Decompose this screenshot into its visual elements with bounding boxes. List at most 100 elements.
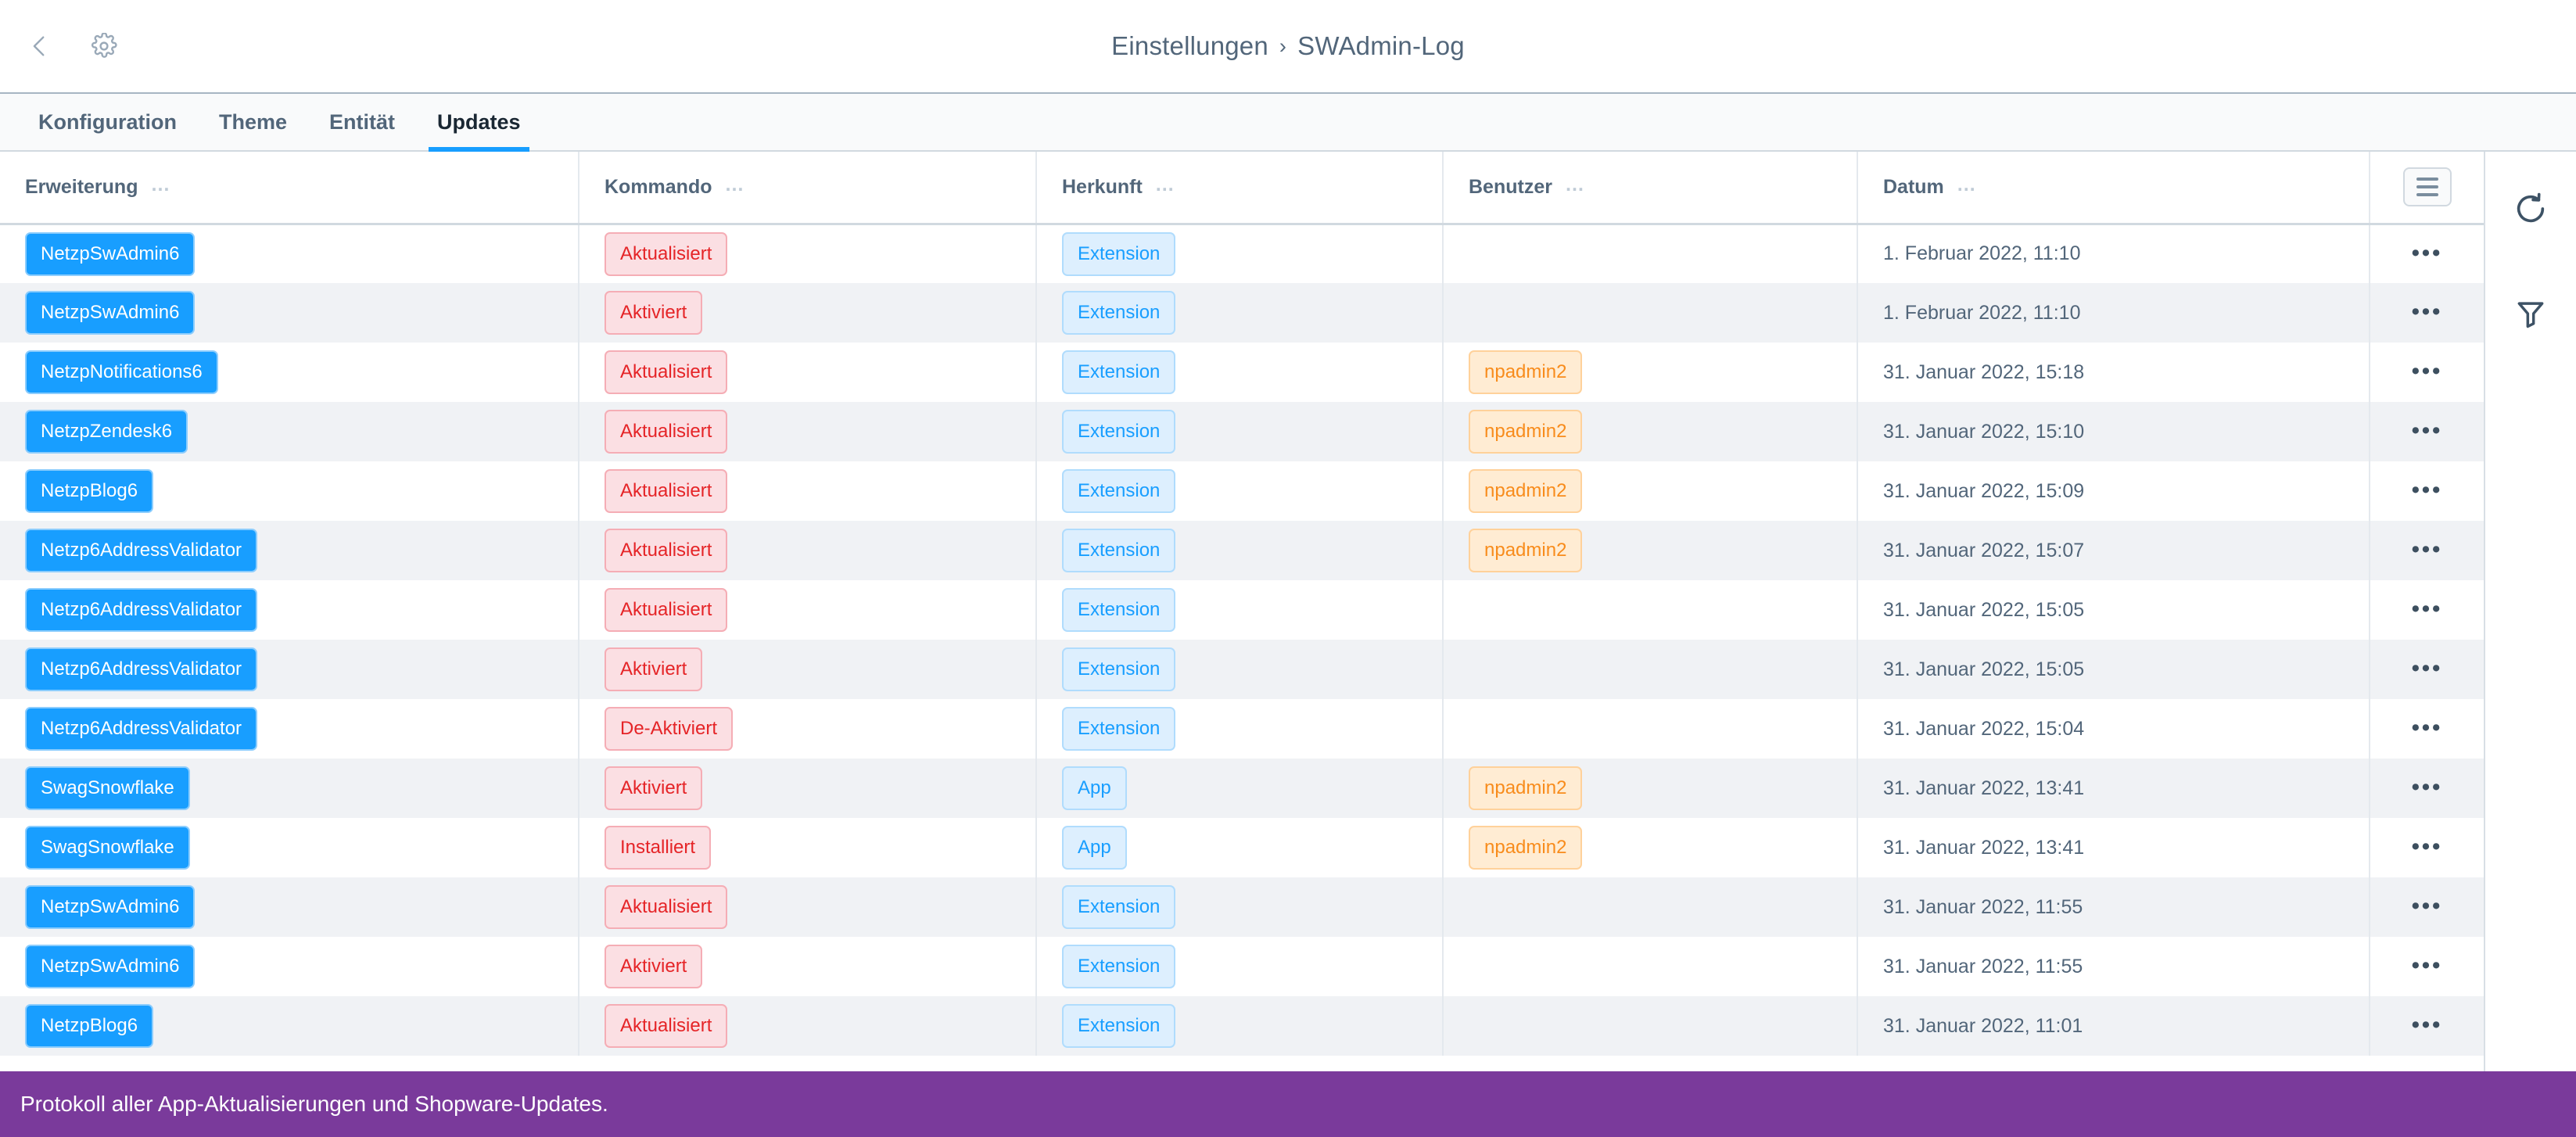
row-context-menu-icon[interactable]: ••• [2412,539,2442,561]
command-cell: Aktualisiert [579,343,1037,402]
extension-badge: Netzp6AddressValidator [25,588,258,632]
user-cell [1443,996,1858,1056]
back-button[interactable] [20,27,59,66]
column-menu-icon[interactable]: … [1957,174,1978,195]
command-cell: Aktiviert [579,640,1037,699]
source-badge: Extension [1062,410,1176,454]
side-rail [2484,152,2576,1137]
tab-konfiguration[interactable]: Konfiguration [17,94,198,150]
chevron-left-icon [27,33,53,59]
user-cell: npadmin2 [1443,461,1858,521]
row-context-menu-icon[interactable]: ••• [2412,420,2442,443]
smart-bar: Einstellungen › SWAdmin-Log [0,0,2576,92]
command-cell: Aktualisiert [579,996,1037,1056]
source-cell: Extension [1036,461,1444,521]
refresh-button[interactable] [2506,186,2555,235]
user-badge: npadmin2 [1469,469,1583,513]
content-area: Erweiterung … Kommando … Herkunft … Benu… [0,152,2576,1137]
user-cell: npadmin2 [1443,343,1858,402]
source-badge: Extension [1062,707,1176,751]
table-row[interactable]: NetzpSwAdmin6 Aktiviert Extension 31. Janua… [0,937,2484,996]
refresh-icon [2513,191,2549,231]
row-actions-cell: ••• [2369,521,2484,580]
table-row[interactable]: NetzpSwAdmin6 Aktualisiert Extension 31. Ja… [0,877,2484,937]
column-header-actions [2369,152,2484,225]
row-context-menu-icon[interactable]: ••• [2412,836,2442,859]
gear-icon [91,33,117,59]
extension-badge: NetzpSwAdmin6 [25,945,196,988]
row-actions-cell: ••• [2369,580,2484,640]
table-row[interactable]: NetzpBlog6 Aktualisiert Extension 31. Janua… [0,996,2484,1056]
command-cell: Aktualisiert [579,461,1037,521]
table-row[interactable]: NetzpBlog6 Aktualisiert Extension npadmin2 3… [0,461,2484,521]
column-header-erweiterung[interactable]: Erweiterung … [0,152,579,225]
column-menu-icon[interactable]: … [150,174,171,195]
table-row[interactable]: NetzpNotifications6 Aktualisiert Extension… [0,343,2484,402]
column-header-datum[interactable]: Datum … [1857,152,2370,225]
extension-badge: NetzpNotifications6 [25,350,218,394]
command-cell: Aktualisiert [579,224,1037,283]
row-context-menu-icon[interactable]: ••• [2412,479,2442,502]
row-context-menu-icon[interactable]: ••• [2412,242,2442,265]
table-row[interactable]: NetzpSwAdmin6 Aktiviert Extension 1. Februa… [0,283,2484,343]
extension-cell: NetzpBlog6 [0,461,579,521]
column-header-kommando[interactable]: Kommando … [579,152,1037,225]
column-label: Datum [1883,175,1944,198]
hint-bar: Protokoll aller App-Aktualisierungen und… [0,1071,2576,1137]
extension-cell: Netzp6AddressValidator [0,699,579,759]
user-cell: npadmin2 [1443,402,1858,461]
table-row[interactable]: Netzp6AddressValidator De-Aktiviert Extens… [0,699,2484,759]
date-cell: 31. Januar 2022, 15:09 [1857,461,2370,521]
tab-theme[interactable]: Theme [198,94,308,150]
breadcrumb-current[interactable]: SWAdmin-Log [1297,31,1465,60]
table-row[interactable]: SwagSnowflake Installiert App npadmin2 31. J… [0,818,2484,877]
row-actions-cell: ••• [2369,996,2484,1056]
source-cell: Extension [1036,224,1444,283]
settings-button[interactable] [84,27,124,66]
command-cell: Aktualisiert [579,877,1037,937]
breadcrumb-parent[interactable]: Einstellungen [1111,31,1268,60]
source-badge: Extension [1062,885,1176,929]
column-menu-icon[interactable]: … [1565,174,1586,195]
command-cell: Aktualisiert [579,521,1037,580]
extension-badge: Netzp6AddressValidator [25,707,258,751]
source-badge: Extension [1062,647,1176,691]
row-context-menu-icon[interactable]: ••• [2412,1014,2442,1037]
table-row[interactable]: SwagSnowflake Aktiviert App npadmin2 31. Jan… [0,759,2484,818]
row-context-menu-icon[interactable]: ••• [2412,360,2442,383]
command-cell: Aktiviert [579,759,1037,818]
row-context-menu-icon[interactable]: ••• [2412,658,2442,680]
smart-bar-actions [0,27,124,66]
table-row[interactable]: NetzpZendesk6 Aktualisiert Extension npadmi… [0,402,2484,461]
column-menu-icon[interactable]: … [1155,174,1176,195]
updates-table: Erweiterung … Kommando … Herkunft … Benu… [0,152,2484,1056]
date-cell: 31. Januar 2022, 13:41 [1857,759,2370,818]
column-menu-icon[interactable]: … [725,174,746,195]
filter-button[interactable] [2506,291,2555,339]
row-actions-cell: ••• [2369,699,2484,759]
row-context-menu-icon[interactable]: ••• [2412,717,2442,740]
table-row[interactable]: Netzp6AddressValidator Aktualisiert Extens… [0,580,2484,640]
tab-updates[interactable]: Updates [416,94,542,152]
row-actions-cell: ••• [2369,818,2484,877]
table-row[interactable]: Netzp6AddressValidator Aktiviert Extension… [0,640,2484,699]
date-cell: 31. Januar 2022, 15:04 [1857,699,2370,759]
tab-entitaet[interactable]: Entität [308,94,416,150]
column-header-herkunft[interactable]: Herkunft … [1036,152,1444,225]
command-cell: Aktualisiert [579,402,1037,461]
row-context-menu-icon[interactable]: ••• [2412,301,2442,324]
extension-cell: NetzpNotifications6 [0,343,579,402]
table-row[interactable]: Netzp6AddressValidator Aktualisiert Extens… [0,521,2484,580]
table-row[interactable]: NetzpSwAdmin6 Aktualisiert Extension 1. Feb… [0,224,2484,283]
row-context-menu-icon[interactable]: ••• [2412,895,2442,918]
command-badge: Installiert [605,826,712,870]
table-settings-icon[interactable] [2402,167,2452,207]
row-context-menu-icon[interactable]: ••• [2412,777,2442,799]
column-label: Herkunft [1062,175,1143,198]
row-context-menu-icon[interactable]: ••• [2412,955,2442,977]
extension-cell: NetzpZendesk6 [0,402,579,461]
source-cell: App [1036,759,1444,818]
column-header-benutzer[interactable]: Benutzer … [1443,152,1858,225]
row-context-menu-icon[interactable]: ••• [2412,598,2442,621]
date-cell: 31. Januar 2022, 15:10 [1857,402,2370,461]
